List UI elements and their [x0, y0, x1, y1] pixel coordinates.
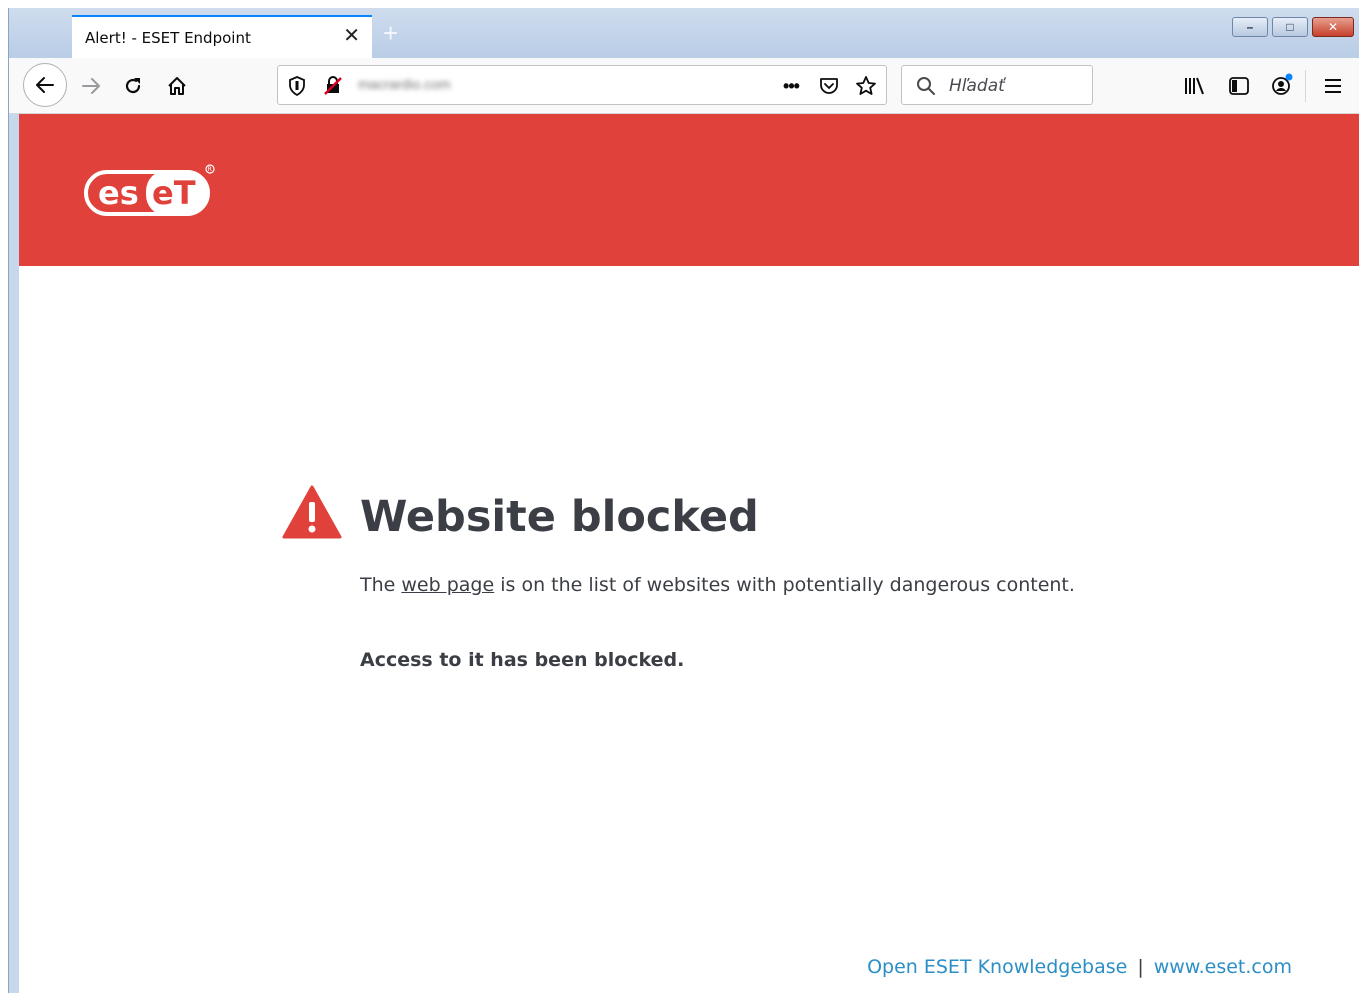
eset-website-link[interactable]: www.eset.com	[1154, 956, 1292, 978]
tab-active[interactable]: Alert! - ESET Endpoint ✕	[72, 15, 372, 58]
access-blocked-text: Access to it has been blocked.	[360, 649, 685, 671]
page-heading: Website blocked	[360, 492, 759, 542]
blocked-description: The web page is on the list of websites …	[360, 574, 1075, 596]
reload-icon	[125, 78, 141, 94]
description-prefix: The	[360, 574, 402, 596]
forward-button[interactable]	[73, 68, 109, 104]
url-bar[interactable]: macrardio.com •••	[277, 65, 887, 105]
svg-text:eT: eT	[152, 174, 196, 212]
pocket-icon[interactable]	[818, 75, 840, 97]
eset-logo: es eT R	[84, 164, 216, 221]
warning-icon	[282, 485, 342, 544]
home-button[interactable]	[159, 68, 195, 104]
tab-close-icon[interactable]: ✕	[343, 26, 360, 46]
toolbar-divider	[1305, 70, 1306, 102]
maximize-button[interactable]: □	[1272, 17, 1308, 37]
sidebar-icon[interactable]	[1227, 74, 1251, 98]
tab-bar: Alert! - ESET Endpoint ✕ + – □ ✕	[9, 8, 1359, 58]
svg-text:es: es	[98, 174, 139, 212]
library-icon[interactable]	[1183, 74, 1207, 98]
footer-separator: |	[1137, 956, 1144, 978]
tracking-shield-icon[interactable]	[286, 75, 308, 97]
footer-links: Open ESET Knowledgebase | www.eset.com	[867, 956, 1292, 978]
navigation-toolbar: macrardio.com ••• Hľadať	[9, 58, 1359, 114]
search-icon	[914, 74, 938, 98]
window-controls: – □ ✕	[1232, 17, 1354, 37]
hamburger-menu-icon[interactable]	[1321, 74, 1345, 98]
page-content: es eT R Website blocked The web page is …	[19, 114, 1359, 993]
reload-button[interactable]	[115, 68, 151, 104]
search-placeholder: Hľadať	[949, 76, 1005, 96]
home-icon	[168, 77, 186, 95]
close-icon: ✕	[1327, 20, 1339, 34]
maximize-icon: □	[1286, 20, 1294, 34]
close-window-button[interactable]: ✕	[1312, 17, 1354, 37]
search-bar[interactable]: Hľadať	[901, 65, 1093, 105]
back-arrow-icon	[36, 77, 54, 93]
url-text[interactable]: macrardio.com	[358, 76, 504, 94]
new-tab-icon[interactable]: +	[383, 20, 398, 46]
minimize-icon: –	[1246, 20, 1254, 34]
insecure-connection-icon[interactable]	[322, 75, 344, 97]
browser-window: Alert! - ESET Endpoint ✕ + – □ ✕ macrard…	[8, 8, 1359, 993]
knowledgebase-link[interactable]: Open ESET Knowledgebase	[867, 956, 1127, 978]
description-suffix: is on the list of websites with potentia…	[494, 574, 1075, 596]
tab-title: Alert! - ESET Endpoint	[85, 29, 251, 47]
forward-arrow-icon	[82, 78, 100, 94]
bookmark-star-icon[interactable]	[854, 74, 878, 98]
account-icon[interactable]	[1269, 72, 1295, 98]
web-page-link[interactable]: web page	[401, 574, 494, 596]
back-button[interactable]	[23, 63, 67, 107]
svg-text:R: R	[208, 166, 212, 173]
minimize-button[interactable]: –	[1232, 17, 1268, 37]
page-actions-ellipsis-icon[interactable]: •••	[778, 75, 804, 97]
eset-banner: es eT R	[19, 114, 1359, 266]
